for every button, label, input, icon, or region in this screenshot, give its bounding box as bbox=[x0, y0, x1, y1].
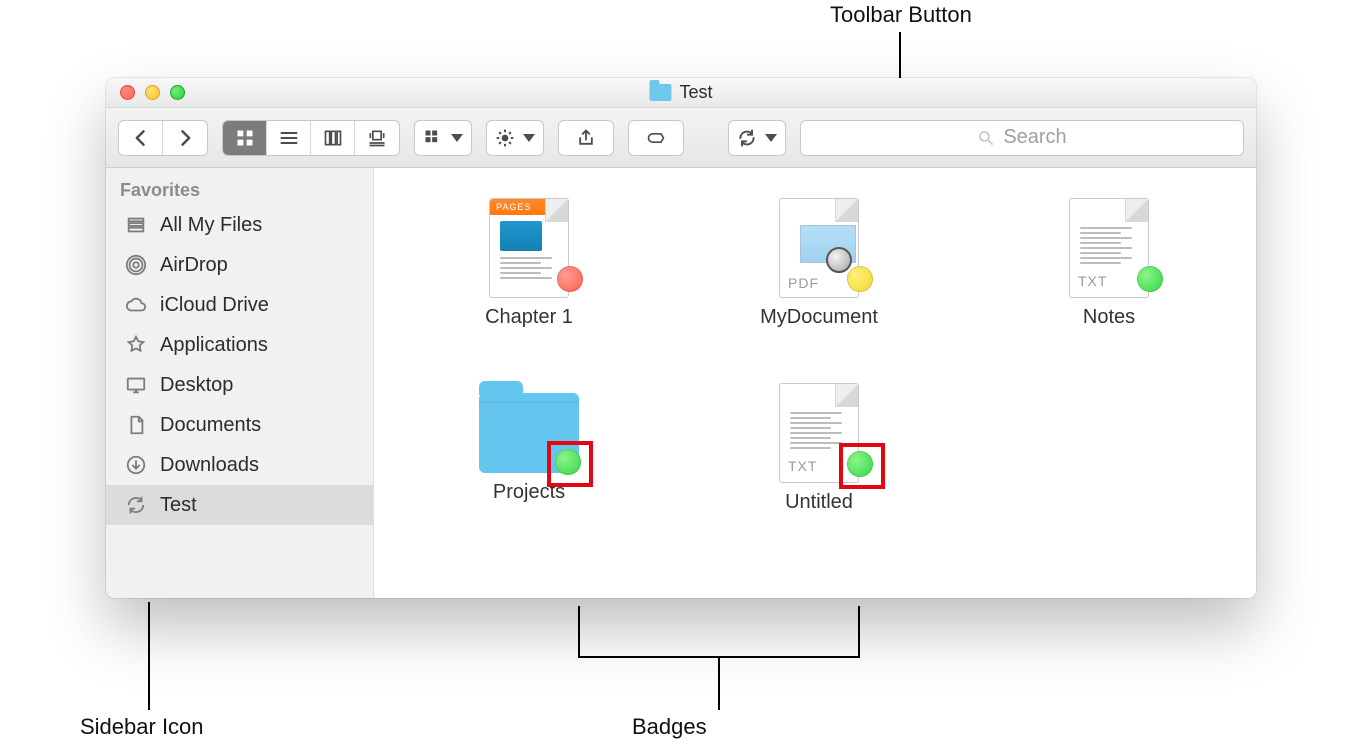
all-my-files-icon bbox=[124, 213, 148, 237]
annotation-sidebar-icon: Sidebar Icon bbox=[80, 714, 204, 740]
highlight-box bbox=[839, 443, 885, 489]
refresh-icon bbox=[124, 493, 148, 517]
view-coverflow-button[interactable] bbox=[355, 120, 399, 156]
annotation-toolbar-button: Toolbar Button bbox=[830, 2, 972, 28]
share-button[interactable] bbox=[558, 120, 614, 156]
file-item-notes[interactable]: TXT Notes bbox=[1044, 188, 1174, 329]
sidebar-item-icloud-drive[interactable]: iCloud Drive bbox=[106, 285, 373, 325]
desktop-icon bbox=[124, 373, 148, 397]
documents-icon bbox=[124, 413, 148, 437]
sidebar-item-label: Applications bbox=[160, 334, 268, 357]
chevron-down-icon bbox=[765, 134, 777, 142]
downloads-icon bbox=[124, 453, 148, 477]
forward-button[interactable] bbox=[163, 120, 207, 156]
file-row: Projects TXT Untitled bbox=[464, 373, 884, 514]
sidebar-item-label: Desktop bbox=[160, 374, 233, 397]
badge-yellow bbox=[847, 266, 873, 292]
sidebar-item-downloads[interactable]: Downloads bbox=[106, 445, 373, 485]
sidebar-item-desktop[interactable]: Desktop bbox=[106, 365, 373, 405]
toolbar: Search bbox=[106, 108, 1256, 168]
badge-green bbox=[1137, 266, 1163, 292]
file-label: MyDocument bbox=[760, 306, 878, 329]
sidebar-item-label: iCloud Drive bbox=[160, 294, 269, 317]
sidebar-item-documents[interactable]: Documents bbox=[106, 405, 373, 445]
traffic-lights bbox=[106, 85, 185, 100]
view-style-buttons bbox=[222, 120, 400, 156]
icloud-icon bbox=[124, 293, 148, 317]
highlight-box bbox=[547, 441, 593, 487]
file-row: PAGES Chapter 1 PDF bbox=[464, 188, 1174, 329]
callout-line bbox=[858, 606, 860, 658]
callout-line bbox=[578, 606, 580, 658]
window-title: Test bbox=[649, 82, 712, 103]
sidebar-item-label: Downloads bbox=[160, 454, 259, 477]
file-item-projects[interactable]: Projects bbox=[464, 373, 594, 514]
titlebar: Test bbox=[106, 78, 1256, 108]
arrange-button[interactable] bbox=[415, 120, 471, 156]
nav-buttons bbox=[118, 120, 208, 156]
content-area: PAGES Chapter 1 PDF bbox=[374, 168, 1256, 598]
sidebar-item-label: Test bbox=[160, 494, 197, 517]
back-button[interactable] bbox=[119, 120, 163, 156]
window-title-text: Test bbox=[679, 82, 712, 103]
sidebar-item-label: All My Files bbox=[160, 214, 262, 237]
zoom-button[interactable] bbox=[170, 85, 185, 100]
file-label: Untitled bbox=[785, 491, 853, 514]
callout-line bbox=[148, 602, 150, 710]
file-item-mydocument[interactable]: PDF MyDocument bbox=[754, 188, 884, 329]
sidebar-item-test[interactable]: Test bbox=[106, 485, 373, 525]
custom-toolbar-button-group bbox=[728, 120, 786, 156]
sidebar-item-applications[interactable]: Applications bbox=[106, 325, 373, 365]
callout-line bbox=[718, 658, 720, 710]
finder-window: Test bbox=[106, 78, 1256, 598]
close-button[interactable] bbox=[120, 85, 135, 100]
minimize-button[interactable] bbox=[145, 85, 160, 100]
sidebar-item-all-my-files[interactable]: All My Files bbox=[106, 205, 373, 245]
view-icons-button[interactable] bbox=[223, 120, 267, 156]
sidebar: Favorites All My Files AirDrop iCloud Dr… bbox=[106, 168, 374, 598]
search-icon bbox=[977, 129, 995, 147]
applications-icon bbox=[124, 333, 148, 357]
folder-icon bbox=[649, 84, 671, 101]
badge-red bbox=[557, 266, 583, 292]
tags-button[interactable] bbox=[628, 120, 684, 156]
sidebar-item-airdrop[interactable]: AirDrop bbox=[106, 245, 373, 285]
refresh-toolbar-button[interactable] bbox=[729, 120, 785, 156]
arrange-button-group bbox=[414, 120, 472, 156]
file-label: Chapter 1 bbox=[485, 306, 573, 329]
view-columns-button[interactable] bbox=[311, 120, 355, 156]
airdrop-icon bbox=[124, 253, 148, 277]
search-placeholder: Search bbox=[1003, 126, 1066, 149]
finder-body: Favorites All My Files AirDrop iCloud Dr… bbox=[106, 168, 1256, 598]
action-button-group bbox=[486, 120, 544, 156]
file-item-untitled[interactable]: TXT Untitled bbox=[754, 373, 884, 514]
search-input[interactable]: Search bbox=[800, 120, 1244, 156]
file-label: Notes bbox=[1083, 306, 1135, 329]
sidebar-item-label: AirDrop bbox=[160, 254, 228, 277]
sidebar-heading-favorites: Favorites bbox=[106, 178, 373, 205]
chevron-down-icon bbox=[523, 134, 535, 142]
refresh-icon bbox=[737, 128, 757, 148]
annotation-badges: Badges bbox=[632, 714, 707, 740]
action-button[interactable] bbox=[487, 120, 543, 156]
chevron-down-icon bbox=[451, 134, 463, 142]
file-item-chapter-1[interactable]: PAGES Chapter 1 bbox=[464, 188, 594, 329]
view-list-button[interactable] bbox=[267, 120, 311, 156]
sidebar-item-label: Documents bbox=[160, 414, 261, 437]
